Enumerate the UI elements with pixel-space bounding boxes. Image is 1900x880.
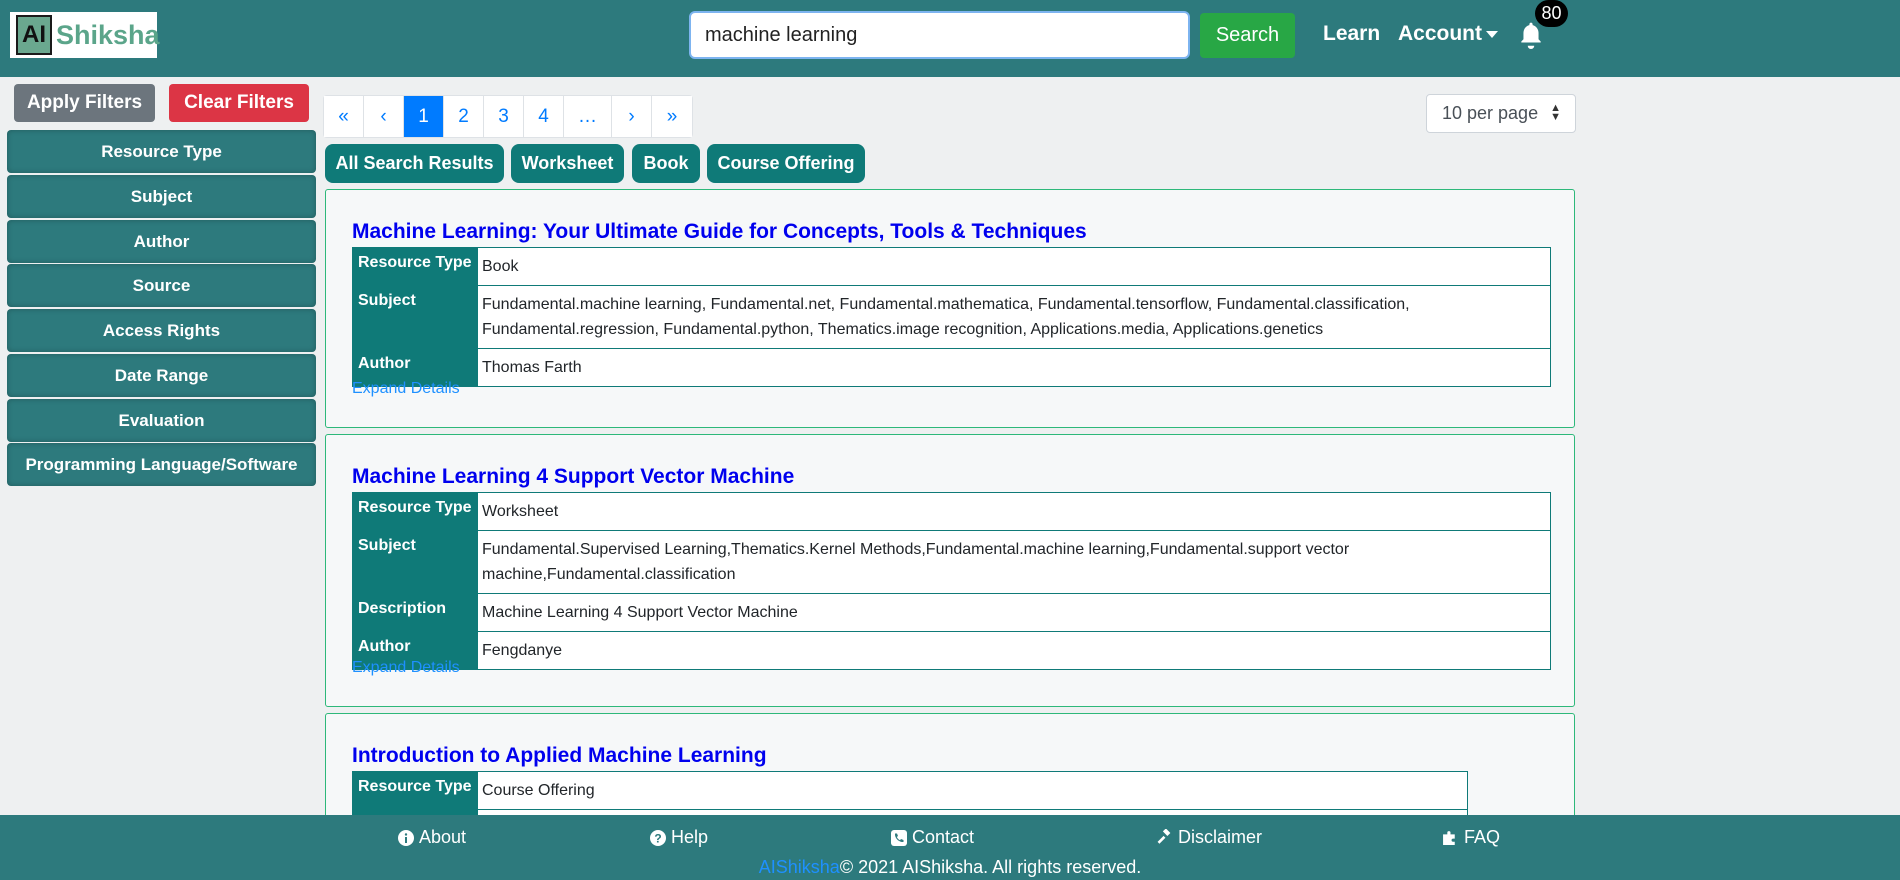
footer-about-link[interactable]: About	[398, 827, 466, 848]
row-key: Resource Type	[352, 247, 478, 286]
table-row: Resource Type Book	[352, 247, 1551, 286]
result-title[interactable]: Machine Learning 4 Support Vector Machin…	[352, 465, 794, 489]
copyright-label: © 2021 AIShiksha. All rights reserved.	[839, 857, 1142, 877]
page-prev[interactable]: ‹	[364, 96, 404, 137]
table-row: Author Thomas Farth	[352, 348, 1551, 387]
svg-text:?: ?	[654, 831, 661, 845]
page-next[interactable]: ›	[612, 96, 652, 137]
search-button[interactable]: Search	[1200, 13, 1295, 58]
page-first[interactable]: «	[324, 96, 364, 137]
info-icon	[398, 829, 414, 846]
filter-date-range[interactable]: Date Range	[7, 354, 316, 397]
row-value: Fundamental.machine learning, Fundamenta…	[477, 285, 1551, 349]
page-3[interactable]: 3	[484, 96, 524, 137]
footer: About ? Help Contact Disclaimer FAQ AISh…	[0, 815, 1900, 880]
row-value: Machine Learning 4 Support Vector Machin…	[477, 593, 1551, 632]
row-key: Resource Type	[352, 771, 478, 810]
logo-text: Shiksha	[56, 19, 160, 50]
site-logo[interactable]: AI Shiksha	[8, 10, 160, 60]
table-row: Subject Fundamental.machine learning, Fu…	[352, 285, 1551, 349]
footer-contact-label: Contact	[912, 827, 975, 847]
filter-access-rights[interactable]: Access Rights	[7, 309, 316, 352]
footer-faq-label: FAQ	[1464, 827, 1501, 847]
filter-author[interactable]: Author	[7, 220, 316, 263]
logo-ai-mark: AI	[16, 15, 52, 55]
search-input[interactable]	[689, 11, 1190, 59]
tab-course-offering[interactable]: Course Offering	[707, 144, 865, 183]
apply-filters-button[interactable]: Apply Filters	[14, 84, 155, 122]
row-value: Fundamental.Supervised Learning,Thematic…	[477, 530, 1551, 594]
per-page-value: 10 per page	[1442, 103, 1539, 123]
footer-disclaimer-label: Disclaimer	[1178, 827, 1263, 847]
result-title[interactable]: Machine Learning: Your Ultimate Guide fo…	[352, 220, 1087, 244]
row-value: Thomas Farth	[477, 348, 1551, 387]
result-details-table: Resource Type Book Subject Fundamental.m…	[352, 247, 1551, 387]
row-key: Resource Type	[352, 492, 478, 531]
result-card: Machine Learning: Your Ultimate Guide fo…	[325, 189, 1575, 428]
filter-source[interactable]: Source	[7, 264, 316, 307]
top-navbar: AI Shiksha Search Learn Account 80	[0, 0, 1900, 77]
nav-account-label: Account	[1398, 22, 1482, 45]
clear-filters-button[interactable]: Clear Filters	[169, 84, 309, 122]
page-1[interactable]: 1	[404, 96, 444, 137]
row-value: Course Offering	[477, 771, 1468, 810]
expand-details-link[interactable]: Expand Details	[352, 380, 460, 398]
footer-help-label: Help	[671, 827, 709, 847]
notification-badge: 80	[1535, 0, 1568, 27]
nav-learn-link[interactable]: Learn	[1323, 22, 1380, 46]
table-row: Subject Fundamental.Supervised Learning,…	[352, 530, 1551, 594]
footer-faq-link[interactable]: FAQ	[1442, 827, 1500, 848]
expand-details-link[interactable]: Expand Details	[352, 659, 460, 677]
page-2[interactable]: 2	[444, 96, 484, 137]
footer-disclaimer-link[interactable]: Disclaimer	[1156, 827, 1262, 848]
result-card: Machine Learning 4 Support Vector Machin…	[325, 434, 1575, 707]
tab-all-search-results[interactable]: All Search Results	[325, 144, 504, 183]
footer-brand-link[interactable]: AIShiksha	[759, 857, 840, 877]
table-row: Description Machine Learning 4 Support V…	[352, 593, 1551, 632]
result-card: Introduction to Applied Machine Learning…	[325, 713, 1575, 830]
question-circle-icon: ?	[650, 829, 666, 846]
filter-resource-type[interactable]: Resource Type	[7, 130, 316, 173]
filter-subject[interactable]: Subject	[7, 175, 316, 218]
table-row: Author Fengdanye	[352, 631, 1551, 670]
page-ellipsis[interactable]: …	[564, 96, 612, 137]
table-row: Resource Type Course Offering	[352, 771, 1468, 810]
nav-account-dropdown[interactable]: Account	[1398, 22, 1498, 46]
gavel-icon	[1157, 829, 1171, 844]
row-key: Subject	[352, 285, 478, 349]
filter-evaluation[interactable]: Evaluation	[7, 399, 316, 442]
chevron-down-icon	[1486, 30, 1498, 38]
result-details-table: Resource Type Worksheet Subject Fundamen…	[352, 492, 1551, 670]
tab-book[interactable]: Book	[632, 144, 700, 183]
row-value: Fengdanye	[477, 631, 1551, 670]
per-page-select[interactable]: 10 per page ▲ ▼	[1426, 94, 1576, 133]
bell-icon[interactable]	[1518, 21, 1544, 49]
footer-about-label: About	[419, 827, 467, 847]
page-4[interactable]: 4	[524, 96, 564, 137]
result-title[interactable]: Introduction to Applied Machine Learning	[352, 744, 767, 768]
footer-help-link[interactable]: ? Help	[650, 827, 708, 848]
row-key: Subject	[352, 530, 478, 594]
footer-contact-link[interactable]: Contact	[891, 827, 974, 848]
filter-programming-language[interactable]: Programming Language/Software	[7, 443, 316, 486]
row-value: Book	[477, 247, 1551, 286]
row-key: Description	[352, 593, 478, 632]
puzzle-icon	[1443, 831, 1455, 845]
phone-icon	[891, 829, 907, 846]
copyright-text: AIShiksha© 2021 AIShiksha. All rights re…	[0, 857, 1900, 878]
page-last[interactable]: »	[652, 96, 692, 137]
row-value: Worksheet	[477, 492, 1551, 531]
pagination: « ‹ 1 2 3 4 … › »	[323, 95, 693, 138]
tab-worksheet[interactable]: Worksheet	[511, 144, 624, 183]
select-arrows-icon: ▲ ▼	[1550, 102, 1561, 123]
table-row: Resource Type Worksheet	[352, 492, 1551, 531]
